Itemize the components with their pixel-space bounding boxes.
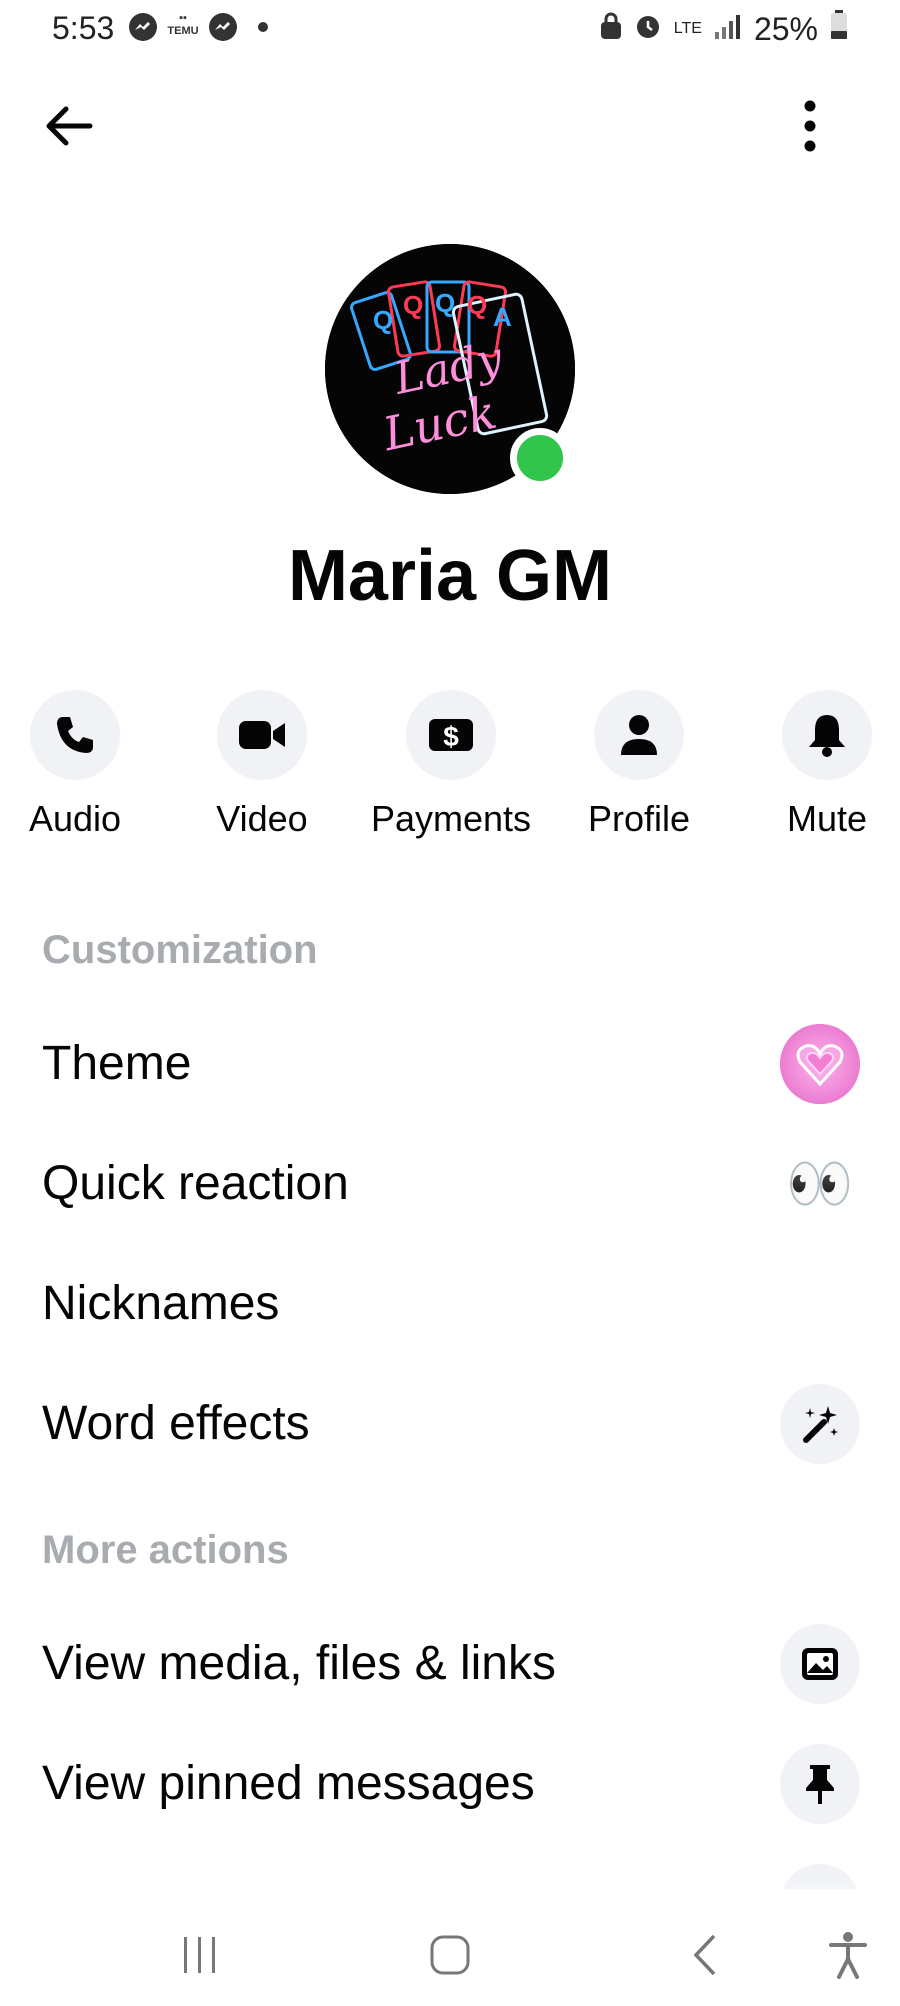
accessibility-button[interactable] (808, 1920, 888, 1990)
video-label: Video (216, 798, 308, 839)
pin-icon (780, 1744, 860, 1824)
quick-reaction-label: Quick reaction (42, 1157, 349, 1210)
video-icon-circle (217, 690, 307, 780)
svg-text:Q: Q (403, 290, 423, 320)
signal-icon (714, 11, 742, 48)
dollar-icon: $ (429, 719, 473, 752)
view-media-label: View media, files & links (42, 1637, 556, 1690)
nicknames-label: Nicknames (42, 1277, 280, 1330)
battery-percent: 25% (753, 10, 818, 47)
recent-apps-button[interactable] (160, 1920, 240, 1990)
audio-label: Audio (28, 798, 122, 839)
back-icon (693, 1934, 716, 1976)
profile-icon-circle (594, 690, 684, 780)
eyes-emoji-icon: 👀 (786, 1153, 854, 1214)
system-nav-bar (0, 1900, 900, 2006)
quick-reaction-row[interactable]: Quick reaction 👀 (0, 1130, 900, 1240)
profile-label: Profile (587, 798, 691, 839)
home-icon (430, 1935, 470, 1975)
lte-icon: LTE (673, 20, 702, 37)
view-pinned-label: View pinned messages (42, 1757, 535, 1810)
theme-label: Theme (42, 1037, 192, 1090)
dot-icon (258, 22, 268, 32)
profile-button[interactable]: Profile (554, 690, 724, 840)
home-button[interactable] (410, 1920, 490, 1990)
image-icon (780, 1624, 860, 1704)
video-call-button[interactable]: Video (177, 690, 347, 840)
alarm-icon (634, 11, 662, 48)
more-options-button[interactable] (780, 96, 840, 156)
payments-icon-circle: $ (406, 690, 496, 780)
status-right: LTE 25% (600, 10, 848, 48)
video-camera-icon (239, 721, 285, 749)
bell-icon (809, 715, 845, 757)
sparkle-wand-icon (780, 1384, 860, 1464)
audio-call-button[interactable]: Audio (0, 690, 160, 840)
audio-icon-circle (30, 690, 120, 780)
online-status-dot (510, 428, 570, 488)
more-vertical-icon (804, 100, 816, 152)
payments-button[interactable]: $ Payments (366, 690, 536, 840)
mute-button[interactable]: Mute (742, 690, 900, 840)
mute-label: Mute (786, 798, 868, 839)
theme-row[interactable]: Theme (0, 1010, 900, 1120)
phone-icon (57, 717, 93, 753)
more-actions-section-title: More actions (42, 1528, 289, 1572)
mute-icon-circle (782, 690, 872, 780)
nicknames-row[interactable]: Nicknames (0, 1250, 900, 1360)
messenger-icon (128, 12, 158, 47)
recent-apps-icon (184, 1937, 215, 1973)
battery-icon (830, 10, 848, 48)
view-pinned-row[interactable]: View pinned messages (0, 1730, 900, 1840)
status-bar: 5:53 ▪▪ TEMU LTE 25% (0, 0, 900, 56)
svg-text:$: $ (443, 721, 459, 752)
payments-label: Payments (370, 798, 532, 839)
nav-back-button[interactable] (665, 1920, 745, 1990)
status-time: 5:53 (52, 10, 115, 46)
svg-text:A: A (493, 302, 512, 332)
person-icon (621, 715, 657, 755)
accessibility-icon (829, 1932, 867, 1979)
back-button[interactable] (40, 96, 100, 156)
temu-icon: ▪▪ TEMU (167, 12, 199, 37)
svg-text:Q: Q (373, 305, 393, 335)
messenger-icon (208, 12, 238, 47)
view-media-row[interactable]: View media, files & links (0, 1610, 900, 1720)
profile-name: Maria GM (287, 536, 613, 616)
word-effects-row[interactable]: Word effects (0, 1370, 900, 1480)
heart-theme-icon (780, 1024, 860, 1104)
word-effects-label: Word effects (42, 1397, 310, 1450)
arrow-left-icon (46, 106, 93, 146)
svg-text:Q: Q (467, 290, 487, 320)
lock-icon (600, 11, 622, 48)
customization-section-title: Customization (42, 928, 318, 972)
svg-text:Q: Q (435, 288, 455, 318)
